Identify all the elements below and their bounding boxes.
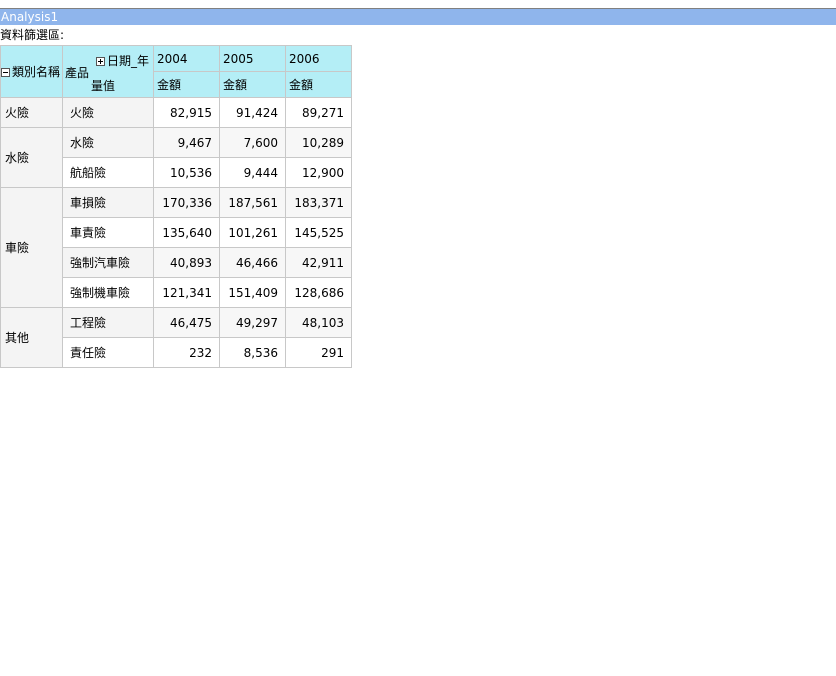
value-cell: 46,475 [153, 307, 220, 338]
value-cell: 49,297 [219, 307, 286, 338]
value-cell: 187,561 [219, 187, 286, 218]
filter-area[interactable]: 資料篩選區: [0, 27, 64, 43]
value-cell: 9,467 [153, 127, 220, 158]
category-cell[interactable]: 水險 [0, 127, 63, 188]
value-cell: 170,336 [153, 187, 220, 218]
value-cell: 128,686 [285, 277, 352, 308]
year-header-2004[interactable]: 2004 [153, 45, 220, 72]
table-row: 水險 水險 9,467 7,600 10,289 [0, 127, 352, 188]
table-row: 車險 車損險 170,336 187,561 183,371 [0, 187, 352, 308]
value-cell: 9,444 [219, 157, 286, 188]
measure-amount-header[interactable]: 金額 [219, 71, 286, 98]
year-header-2005[interactable]: 2005 [219, 45, 286, 72]
row-field-product-header[interactable]: 產品 日期_年 量值 [62, 45, 154, 98]
value-cell: 8,536 [219, 337, 286, 368]
measure-amount-header[interactable]: 金額 [285, 71, 352, 98]
row-field-category-label: 類別名稱 [12, 65, 61, 79]
column-field-date-year-label: 日期_年 [107, 54, 150, 68]
category-cell[interactable]: 火險 [0, 97, 63, 128]
value-cell: 46,466 [219, 247, 286, 278]
column-field-date-year[interactable]: 日期_年 [96, 52, 149, 69]
pivot-table: 類別名稱 產品 日期_年 量值 2004 2005 2006 金額 金額 金額 … [0, 45, 352, 368]
product-cell[interactable]: 強制汽車險 [62, 247, 154, 278]
product-cell[interactable]: 強制機車險 [62, 277, 154, 308]
value-cell: 10,289 [285, 127, 352, 158]
value-cell: 101,261 [219, 217, 286, 248]
product-cell[interactable]: 車責險 [62, 217, 154, 248]
product-cell[interactable]: 火險 [62, 97, 154, 128]
value-cell: 10,536 [153, 157, 220, 188]
category-cell[interactable]: 其他 [0, 307, 63, 368]
value-cell: 121,341 [153, 277, 220, 308]
value-cell: 89,271 [285, 97, 352, 128]
year-header-2006[interactable]: 2006 [285, 45, 352, 72]
value-cell: 7,600 [219, 127, 286, 158]
product-cell[interactable]: 責任險 [62, 337, 154, 368]
window-title: Analysis1 [1, 10, 59, 24]
value-cell: 48,103 [285, 307, 352, 338]
table-row: 火險 火險 82,915 91,424 89,271 [0, 97, 352, 128]
measure-amount-header[interactable]: 金額 [153, 71, 220, 98]
product-cell[interactable]: 車損險 [62, 187, 154, 218]
row-field-category-header[interactable]: 類別名稱 [0, 45, 63, 98]
filter-area-label: 資料篩選區: [0, 28, 65, 42]
value-cell: 91,424 [219, 97, 286, 128]
product-cell[interactable]: 水險 [62, 127, 154, 158]
category-cell[interactable]: 車險 [0, 187, 63, 308]
value-cell: 135,640 [153, 217, 220, 248]
row-field-product-label: 產品 [65, 66, 90, 80]
measure-header: 量值 [91, 79, 116, 93]
expand-icon[interactable] [96, 57, 105, 66]
window-title-bar[interactable]: Analysis1 [0, 9, 836, 25]
value-cell: 42,911 [285, 247, 352, 278]
value-cell: 82,915 [153, 97, 220, 128]
value-cell: 40,893 [153, 247, 220, 278]
value-cell: 232 [153, 337, 220, 368]
table-row: 其他 工程險 46,475 49,297 48,103 [0, 307, 352, 368]
value-cell: 12,900 [285, 157, 352, 188]
value-cell: 151,409 [219, 277, 286, 308]
product-cell[interactable]: 航船險 [62, 157, 154, 188]
product-cell[interactable]: 工程險 [62, 307, 154, 338]
value-cell: 145,525 [285, 217, 352, 248]
value-cell: 183,371 [285, 187, 352, 218]
collapse-icon[interactable] [1, 68, 10, 77]
value-cell: 291 [285, 337, 352, 368]
